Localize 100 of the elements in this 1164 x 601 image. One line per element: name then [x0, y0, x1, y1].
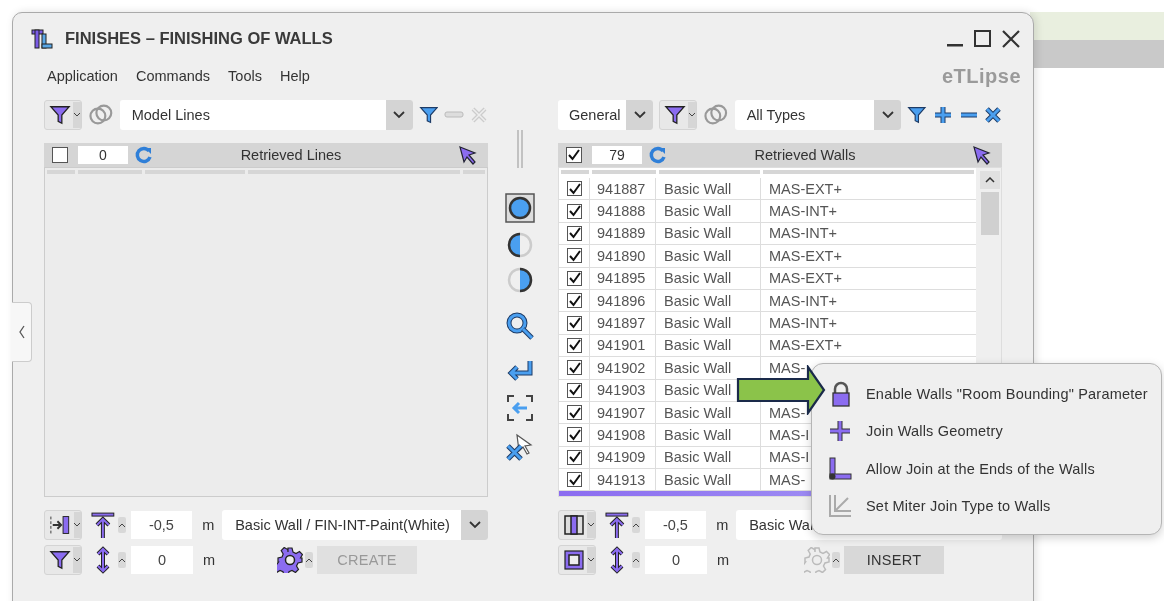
row-checkbox[interactable] [566, 181, 582, 197]
category-combo[interactable]: General [558, 100, 654, 130]
chevron-down-icon [882, 111, 894, 119]
table-cell: 941889 [597, 225, 646, 242]
menu-item[interactable]: Allow Join at the Ends of the Walls [828, 450, 1161, 488]
refresh-icon[interactable] [134, 145, 154, 165]
spin-button[interactable] [305, 552, 313, 568]
menu-item[interactable]: Join Walls Geometry [828, 412, 1161, 450]
plus-icon[interactable] [933, 105, 953, 125]
cursor-cross-icon[interactable] [505, 433, 535, 463]
caret-up-icon [833, 557, 839, 563]
filter-dropdown-button[interactable] [44, 545, 82, 575]
type-combo[interactable]: Model Lines [119, 100, 413, 130]
type-combo[interactable]: All Types [734, 100, 902, 130]
table-cell: MAS- [769, 471, 806, 488]
row-checkbox[interactable] [566, 405, 582, 421]
minus-icon[interactable] [958, 111, 979, 119]
layers-dropdown-button[interactable] [558, 510, 596, 540]
row-checkbox[interactable] [566, 293, 582, 309]
menu-item[interactable]: Tools [228, 68, 262, 84]
app-icon [31, 27, 53, 50]
row-checkbox[interactable] [566, 270, 582, 286]
row-checkbox[interactable] [566, 427, 582, 443]
pointer-icon[interactable] [458, 145, 478, 165]
row-checkbox[interactable] [566, 382, 582, 398]
caret-icon [74, 522, 81, 528]
filter-icon[interactable] [907, 105, 928, 125]
chevron-down-icon [633, 111, 646, 119]
search-icon[interactable] [505, 311, 535, 341]
spin-button[interactable] [832, 552, 840, 568]
count-field: 79 [592, 146, 642, 164]
list-title: Retrieved Lines [239, 147, 343, 163]
wall-placement-icon [49, 514, 72, 536]
table-cell: Basic Wall [664, 180, 732, 197]
insert-button[interactable]: INSERT [844, 546, 944, 574]
menu-item[interactable]: Help [279, 68, 310, 84]
maximize-icon [973, 28, 993, 49]
height-field[interactable]: 0 [131, 546, 193, 574]
dropdown-arrow-button[interactable] [385, 100, 413, 130]
spin-button[interactable] [117, 517, 126, 533]
table-cell: Basic Wall [664, 270, 732, 287]
table-cell: MAS-INT+ [769, 315, 838, 332]
row-checkbox[interactable] [566, 472, 582, 488]
checkbox[interactable] [566, 147, 582, 163]
offset-field[interactable]: -0,5 [130, 511, 193, 539]
dropdown-arrow-button[interactable] [461, 510, 488, 540]
unit-label: m [716, 517, 729, 533]
table-cell: Basic Wall [664, 292, 732, 309]
table-cell: Basic Wall [664, 404, 732, 421]
filter-dropdown-button[interactable] [659, 100, 698, 130]
table-cell: 941895 [597, 270, 646, 287]
table-cell: 941909 [597, 449, 646, 466]
filter-icon[interactable] [418, 105, 439, 125]
count-field: 0 [78, 146, 128, 164]
table-cell: MAS- [769, 359, 806, 376]
table-cell: MAS- [769, 404, 806, 421]
menu-item[interactable]: Application [47, 68, 118, 84]
menu-item[interactable]: Set Miter Join Type to Walls [828, 487, 1161, 525]
dropdown-arrow-button[interactable] [626, 100, 654, 130]
spin-button[interactable] [118, 552, 126, 568]
menu-item[interactable]: Commands [135, 68, 211, 84]
menu-item[interactable]: Enable Walls "Room Bounding" Parameter [828, 375, 1161, 413]
cross-icon[interactable] [984, 106, 1002, 124]
unit-label: m [717, 552, 729, 568]
right-half-circle-icon[interactable] [505, 265, 535, 295]
dropdown-arrow-button[interactable] [874, 100, 902, 130]
filter-dropdown-button[interactable] [44, 100, 82, 130]
wall-layers-icon [563, 514, 585, 536]
table-cell: MAS-EXT+ [769, 337, 842, 354]
checkbox[interactable] [52, 147, 68, 163]
row-checkbox[interactable] [566, 337, 582, 353]
pointer-icon[interactable] [972, 145, 992, 165]
frame-dropdown-button[interactable] [558, 545, 596, 575]
chevron-down-icon [393, 111, 406, 119]
row-checkbox[interactable] [566, 360, 582, 376]
splitter-handle[interactable] [516, 130, 524, 168]
table-cell: MAS-I [769, 449, 810, 466]
row-checkbox[interactable] [566, 248, 582, 264]
gear-icon[interactable] [277, 547, 303, 573]
row-checkbox[interactable] [566, 203, 582, 219]
row-checkbox[interactable] [566, 225, 582, 241]
left-half-circle-icon[interactable] [505, 230, 535, 260]
height-field[interactable]: 0 [645, 546, 707, 574]
square-frame-icon [563, 549, 585, 571]
table-cell: Basic Wall [664, 359, 732, 376]
row-checkbox[interactable] [566, 315, 582, 331]
caret-icon [588, 557, 594, 563]
placement-dropdown-button[interactable] [44, 510, 82, 540]
spin-button[interactable] [632, 552, 640, 568]
circle-icon[interactable] [505, 193, 535, 223]
refresh-icon[interactable] [648, 145, 668, 165]
offset-field[interactable]: -0,5 [644, 511, 707, 539]
scrollbar-thumb[interactable] [981, 192, 999, 235]
wall-type-combo[interactable]: Basic Wall / FIN-INT-Paint(White) [222, 510, 488, 540]
row-checkbox[interactable] [566, 449, 582, 465]
scroll-up-button[interactable] [980, 171, 1000, 189]
frame-arrow-icon[interactable] [505, 393, 535, 423]
spin-button[interactable] [631, 517, 640, 533]
chevron-down-icon [468, 521, 481, 529]
table-cell: 941902 [597, 359, 646, 376]
